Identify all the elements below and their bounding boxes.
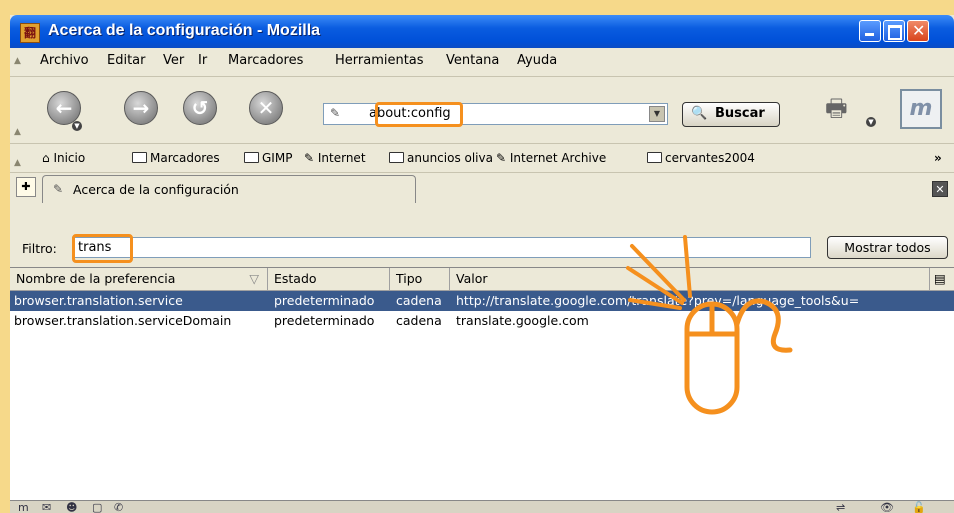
status-bar: m ✉ ☻ ▢ ✆ ⇌ 👁 🔓	[10, 500, 954, 513]
navigator-icon[interactable]: m	[18, 501, 29, 513]
menu-bar: ▲ Archivo Editar Ver Ir Marcadores Herra…	[10, 48, 954, 77]
back-button[interactable]: ←	[47, 91, 81, 125]
bookmark-anuncios-oliva[interactable]: anuncios oliva	[389, 151, 493, 165]
page-icon: ✎	[330, 106, 341, 120]
column-header-name[interactable]: Nombre de la preferencia ▽	[10, 268, 268, 290]
home-icon: ⌂	[42, 151, 54, 165]
bookmarks-toolbar: ▲ ⌂ Inicio Marcadores GIMP ✎ Internet an…	[10, 144, 954, 173]
bookmark-internet[interactable]: ✎ Internet	[304, 151, 366, 165]
menu-archivo[interactable]: Archivo	[40, 53, 89, 68]
show-all-button[interactable]: Mostrar todos	[827, 236, 948, 259]
bookmark-gimp[interactable]: GIMP	[244, 151, 292, 165]
stop-button[interactable]: ✕	[249, 91, 283, 125]
toolbar-grip-icon[interactable]: ▲	[14, 158, 24, 168]
chevron-more-icon[interactable]: »	[934, 151, 942, 165]
mail-icon[interactable]: ✉	[42, 501, 51, 513]
page-icon: ✎	[53, 182, 64, 196]
back-dropdown-icon[interactable]: ▼	[72, 121, 82, 131]
filter-label: Filtro:	[22, 241, 57, 256]
window-title: Acerca de la configuración - Mozilla	[48, 22, 321, 39]
menu-ventana[interactable]: Ventana	[446, 53, 499, 68]
navigation-toolbar: ▲ ← ▼ → ↺ ✕ ✎ about:config ▼ 🔍 Buscar 🖶 …	[10, 77, 954, 144]
composer-icon[interactable]: ▢	[92, 501, 102, 513]
print-dropdown-icon[interactable]: ▼	[866, 117, 876, 127]
minimize-button[interactable]	[859, 20, 881, 42]
url-highlight-box	[375, 102, 463, 127]
menu-marcadores[interactable]: Marcadores	[228, 53, 303, 68]
column-header-type[interactable]: Tipo	[390, 268, 450, 290]
search-button[interactable]: 🔍 Buscar	[682, 102, 780, 127]
bookmark-icon: ✎	[496, 151, 510, 165]
tab-bar: ✚ ✎ Acerca de la configuración ✕	[10, 173, 954, 221]
menu-ir[interactable]: Ir	[198, 53, 207, 68]
title-bar[interactable]: 翻 Acerca de la configuración - Mozilla ✕	[10, 15, 954, 48]
column-header-value[interactable]: Valor	[450, 268, 930, 290]
chat-icon[interactable]: ☻	[66, 501, 77, 513]
folder-icon	[647, 152, 662, 163]
menu-herramientas[interactable]: Herramientas	[335, 53, 424, 68]
bookmark-inicio[interactable]: ⌂ Inicio	[42, 151, 85, 165]
folder-icon	[389, 152, 404, 163]
column-header-status[interactable]: Estado	[268, 268, 390, 290]
folder-icon	[244, 152, 259, 163]
tab-about-config[interactable]: ✎ Acerca de la configuración	[42, 175, 416, 203]
filter-highlight-box	[72, 234, 133, 263]
tree-header: Nombre de la preferencia ▽ Estado Tipo Va…	[10, 268, 954, 291]
reload-button[interactable]: ↺	[183, 91, 217, 125]
bookmark-marcadores[interactable]: Marcadores	[132, 151, 220, 165]
menu-ver[interactable]: Ver	[163, 53, 184, 68]
table-row[interactable]: browser.translation.serviceDomain predet…	[10, 311, 954, 331]
bookmark-cervantes2004[interactable]: cervantes2004	[647, 151, 755, 165]
privacy-icon[interactable]: 👁	[880, 501, 894, 513]
mozilla-throbber-icon[interactable]: m	[900, 89, 942, 129]
bookmark-icon: ✎	[304, 151, 318, 165]
toolbar-grip-icon[interactable]: ▲	[14, 56, 24, 66]
security-lock-icon[interactable]: 🔓	[912, 501, 926, 513]
close-button[interactable]: ✕	[907, 20, 929, 42]
bookmark-internet-archive[interactable]: ✎ Internet Archive	[496, 151, 606, 165]
folder-icon	[132, 152, 147, 163]
print-icon[interactable]: 🖶	[825, 91, 865, 122]
toolbar-grip-icon[interactable]: ▲	[14, 127, 24, 137]
sort-icon: ▽	[249, 271, 259, 286]
table-row[interactable]: browser.translation.service predetermina…	[10, 291, 954, 311]
column-picker-icon[interactable]: ▤	[930, 268, 954, 290]
maximize-button[interactable]	[883, 20, 905, 42]
preferences-tree[interactable]: Nombre de la preferencia ▽ Estado Tipo Va…	[10, 267, 954, 500]
addressbook-icon[interactable]: ✆	[114, 501, 123, 513]
menu-ayuda[interactable]: Ayuda	[517, 53, 557, 68]
menu-editar[interactable]: Editar	[107, 53, 146, 68]
filter-input[interactable]: trans	[72, 237, 811, 258]
app-icon: 翻	[20, 23, 40, 43]
browser-window: 翻 Acerca de la configuración - Mozilla ✕…	[10, 15, 954, 513]
forward-button[interactable]: →	[124, 91, 158, 125]
online-icon[interactable]: ⇌	[836, 501, 845, 513]
search-icon: 🔍	[691, 106, 708, 121]
url-dropdown-icon[interactable]: ▼	[649, 106, 665, 122]
new-tab-icon[interactable]: ✚	[16, 177, 36, 197]
close-tab-icon[interactable]: ✕	[932, 181, 948, 197]
